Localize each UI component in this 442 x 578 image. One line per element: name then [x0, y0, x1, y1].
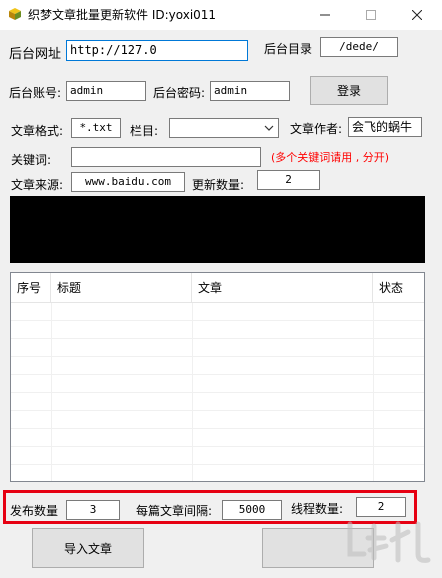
source-input[interactable]: www.baidu.com: [71, 172, 185, 192]
maximize-icon: [366, 10, 376, 20]
threads-label: 线程数量:: [291, 502, 344, 516]
interval-input[interactable]: 5000: [222, 500, 282, 520]
author-input[interactable]: 会飞的蜗牛: [348, 117, 422, 137]
column-header-status[interactable]: 状态: [373, 273, 424, 303]
keywords-label: 关键词:: [11, 153, 52, 167]
table-divider: [192, 303, 193, 481]
interval-label: 每篇文章间隔:: [136, 504, 213, 518]
column-header-article[interactable]: 文章: [192, 273, 373, 303]
login-button[interactable]: 登录: [310, 76, 388, 105]
maximize-button[interactable]: [348, 0, 394, 30]
chevron-down-icon: [264, 125, 274, 131]
app-cube-icon: [9, 8, 21, 20]
title-bar: 织梦文章批量更新软件 ID:yoxi011: [0, 0, 442, 30]
password-input[interactable]: admin: [210, 81, 290, 101]
backend-dir-input[interactable]: /dede/: [320, 37, 398, 57]
watermark-logo-icon: [347, 521, 431, 563]
update-count-input[interactable]: 2: [257, 170, 320, 190]
column-select[interactable]: [169, 118, 279, 138]
backend-dir-label: 后台目录: [264, 42, 313, 56]
minimize-icon: [320, 14, 330, 16]
backend-url-label: 后台网址: [9, 47, 62, 62]
account-input[interactable]: admin: [66, 81, 146, 101]
table-divider: [51, 303, 52, 481]
publish-count-input[interactable]: 3: [66, 500, 120, 520]
keywords-input[interactable]: [71, 147, 261, 167]
account-label: 后台账号:: [9, 86, 62, 100]
table-body: [11, 303, 424, 481]
update-count-label: 更新数量:: [192, 178, 245, 192]
table-divider: [373, 303, 374, 481]
column-header-index[interactable]: 序号: [11, 273, 51, 303]
source-label: 文章来源:: [11, 178, 64, 192]
backend-url-input[interactable]: http://127.0: [66, 40, 248, 61]
window-title: 织梦文章批量更新软件 ID:yoxi011: [28, 8, 217, 22]
log-console[interactable]: [10, 196, 425, 263]
article-format-label: 文章格式:: [11, 124, 64, 138]
article-table[interactable]: 序号 标题 文章 状态: [10, 272, 425, 482]
close-button[interactable]: [394, 0, 440, 30]
column-header-title[interactable]: 标题: [51, 273, 192, 303]
table-header: 序号 标题 文章 状态: [11, 273, 424, 303]
minimize-button[interactable]: [302, 0, 348, 30]
password-label: 后台密码:: [153, 86, 206, 100]
keywords-hint: (多个关键词请用 , 分开): [271, 151, 390, 164]
column-label: 栏目:: [130, 124, 159, 138]
publish-count-label: 发布数量: [10, 504, 59, 518]
author-label: 文章作者:: [290, 122, 343, 136]
import-articles-button[interactable]: 导入文章: [32, 528, 144, 568]
article-format-input[interactable]: *.txt: [71, 118, 121, 138]
close-icon: [412, 10, 422, 20]
